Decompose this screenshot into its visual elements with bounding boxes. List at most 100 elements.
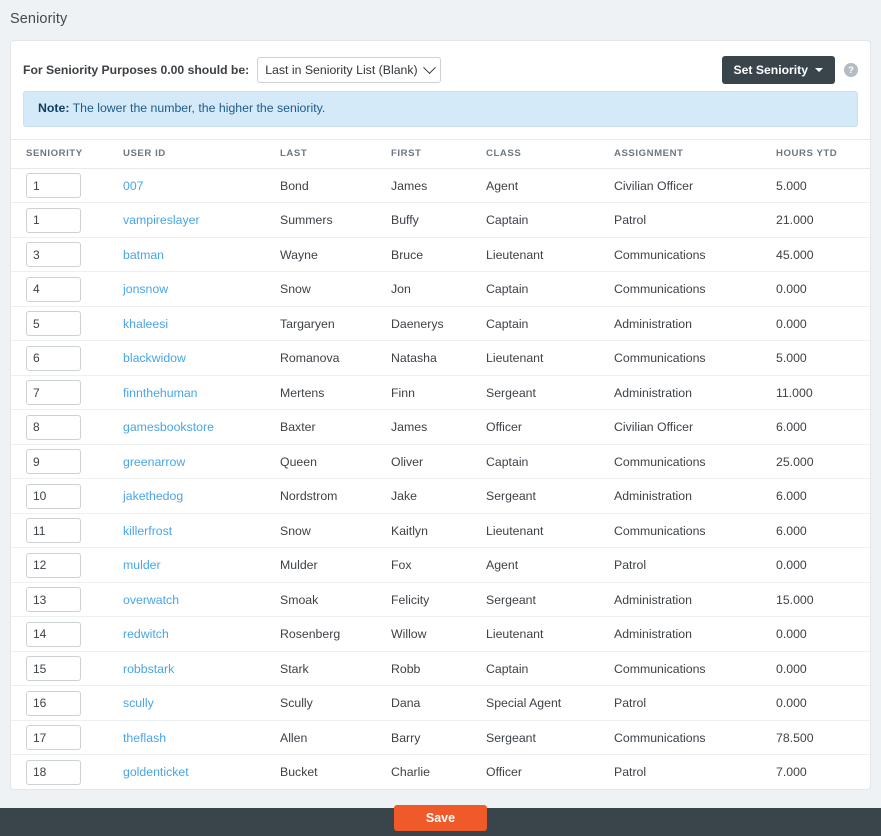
cell-assignment: Communications xyxy=(610,444,772,479)
seniority-page: Seniority For Seniority Purposes 0.00 sh… xyxy=(0,0,881,836)
cell-first: Willow xyxy=(387,617,482,652)
seniority-input[interactable] xyxy=(26,311,81,336)
seniority-input[interactable] xyxy=(26,553,81,578)
table-header: SENIORITY USER ID LAST FIRST CLASS ASSIG… xyxy=(11,139,870,168)
seniority-default-select-value: Last in Seniority List (Blank) xyxy=(265,63,417,77)
table-row: gamesbookstoreBaxterJamesOfficerCivilian… xyxy=(11,410,870,445)
table-header-row: SENIORITY USER ID LAST FIRST CLASS ASSIG… xyxy=(11,139,870,168)
user-id-link[interactable]: gamesbookstore xyxy=(123,420,214,434)
cell-assignment: Administration xyxy=(610,479,772,514)
user-id-link[interactable]: mulder xyxy=(123,558,161,572)
cell-seniority xyxy=(11,203,119,238)
seniority-input[interactable] xyxy=(26,587,81,612)
page-title: Seniority xyxy=(0,0,881,27)
cell-hours-ytd: 25.000 xyxy=(772,444,870,479)
cell-assignment: Patrol xyxy=(610,548,772,583)
cell-class: Sergeant xyxy=(482,582,610,617)
cell-seniority xyxy=(11,548,119,583)
user-id-link[interactable]: scully xyxy=(123,696,154,710)
table-row: jakethedogNordstromJakeSergeantAdministr… xyxy=(11,479,870,514)
cell-first: Robb xyxy=(387,651,482,686)
user-id-link[interactable]: batman xyxy=(123,248,164,262)
table-row: scullyScullyDanaSpecial AgentPatrol0.000 xyxy=(11,686,870,721)
cell-user-id: gamesbookstore xyxy=(119,410,276,445)
column-header-class: CLASS xyxy=(482,139,610,168)
cell-last: Rosenberg xyxy=(276,617,387,652)
cell-hours-ytd: 0.000 xyxy=(772,617,870,652)
user-id-link[interactable]: redwitch xyxy=(123,627,169,641)
cell-seniority xyxy=(11,272,119,307)
seniority-input[interactable] xyxy=(26,691,81,716)
user-id-link[interactable]: khaleesi xyxy=(123,317,168,331)
user-id-link[interactable]: 007 xyxy=(123,179,144,193)
cell-last: Smoak xyxy=(276,582,387,617)
seniority-input[interactable] xyxy=(26,449,81,474)
cell-hours-ytd: 6.000 xyxy=(772,513,870,548)
cell-last: Baxter xyxy=(276,410,387,445)
cell-class: Captain xyxy=(482,306,610,341)
user-id-link[interactable]: theflash xyxy=(123,731,166,745)
cell-last: Mertens xyxy=(276,375,387,410)
cell-last: Scully xyxy=(276,686,387,721)
seniority-input[interactable] xyxy=(26,484,81,509)
seniority-input[interactable] xyxy=(26,518,81,543)
cell-user-id: scully xyxy=(119,686,276,721)
cell-user-id: goldenticket xyxy=(119,755,276,790)
cell-last: Stark xyxy=(276,651,387,686)
cell-hours-ytd: 0.000 xyxy=(772,548,870,583)
cell-seniority xyxy=(11,341,119,376)
chevron-down-icon xyxy=(423,61,436,74)
user-id-link[interactable]: jonsnow xyxy=(123,282,168,296)
user-id-link[interactable]: blackwidow xyxy=(123,351,186,365)
seniority-input[interactable] xyxy=(26,415,81,440)
cell-first: Kaitlyn xyxy=(387,513,482,548)
cell-user-id: theflash xyxy=(119,720,276,755)
user-id-link[interactable]: vampireslayer xyxy=(123,213,200,227)
user-id-link[interactable]: greenarrow xyxy=(123,455,185,469)
card-toolbar: For Seniority Purposes 0.00 should be: L… xyxy=(11,41,870,87)
cell-user-id: jonsnow xyxy=(119,272,276,307)
cell-first: Buffy xyxy=(387,203,482,238)
cell-last: Romanova xyxy=(276,341,387,376)
cell-user-id: vampireslayer xyxy=(119,203,276,238)
cell-class: Special Agent xyxy=(482,686,610,721)
cell-hours-ytd: 5.000 xyxy=(772,168,870,203)
seniority-input[interactable] xyxy=(26,760,81,785)
cell-assignment: Communications xyxy=(610,513,772,548)
cell-seniority xyxy=(11,375,119,410)
table-row: redwitchRosenbergWillowLieutenantAdminis… xyxy=(11,617,870,652)
seniority-input[interactable] xyxy=(26,380,81,405)
user-id-link[interactable]: overwatch xyxy=(123,593,179,607)
user-id-link[interactable]: jakethedog xyxy=(123,489,183,503)
table-row: greenarrowQueenOliverCaptainCommunicatio… xyxy=(11,444,870,479)
help-circle-icon[interactable]: ? xyxy=(844,63,858,77)
seniority-input[interactable] xyxy=(26,656,81,681)
cell-hours-ytd: 0.000 xyxy=(772,686,870,721)
user-id-link[interactable]: robbstark xyxy=(123,662,174,676)
cell-last: Nordstrom xyxy=(276,479,387,514)
cell-class: Captain xyxy=(482,203,610,238)
column-header-hours-ytd: HOURS YTD xyxy=(772,139,870,168)
seniority-input[interactable] xyxy=(26,725,81,750)
seniority-input[interactable] xyxy=(26,277,81,302)
cell-hours-ytd: 0.000 xyxy=(772,272,870,307)
cell-hours-ytd: 11.000 xyxy=(772,375,870,410)
set-seniority-button[interactable]: Set Seniority xyxy=(722,56,836,84)
cell-last: Targaryen xyxy=(276,306,387,341)
seniority-input[interactable] xyxy=(26,173,81,198)
seniority-default-select[interactable]: Last in Seniority List (Blank) xyxy=(257,57,440,83)
column-header-first: FIRST xyxy=(387,139,482,168)
user-id-link[interactable]: killerfrost xyxy=(123,524,172,538)
seniority-input[interactable] xyxy=(26,346,81,371)
cell-assignment: Patrol xyxy=(610,203,772,238)
cell-user-id: overwatch xyxy=(119,582,276,617)
seniority-input[interactable] xyxy=(26,208,81,233)
cell-class: Officer xyxy=(482,755,610,790)
save-button[interactable]: Save xyxy=(394,805,487,831)
seniority-input[interactable] xyxy=(26,242,81,267)
table-row: mulderMulderFoxAgentPatrol0.000 xyxy=(11,548,870,583)
user-id-link[interactable]: finnthehuman xyxy=(123,386,198,400)
cell-first: Jake xyxy=(387,479,482,514)
user-id-link[interactable]: goldenticket xyxy=(123,765,189,779)
seniority-input[interactable] xyxy=(26,622,81,647)
